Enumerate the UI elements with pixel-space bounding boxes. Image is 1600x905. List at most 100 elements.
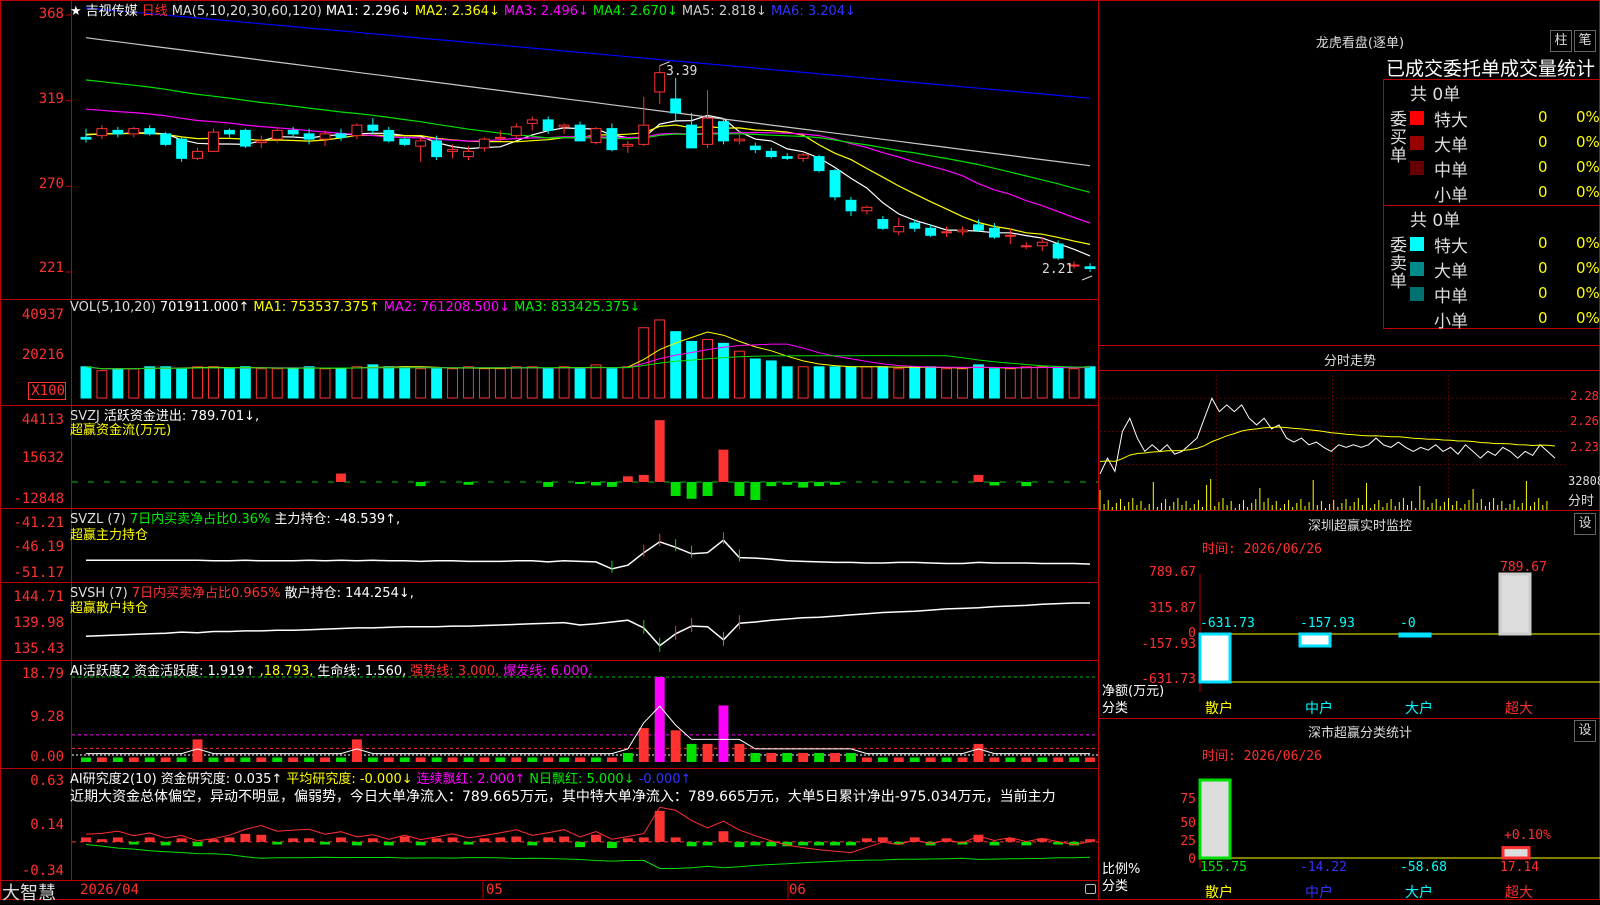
candle-body [606,128,618,151]
ai2-bar [399,836,410,842]
candle-body [223,129,235,135]
flow-bar [1021,481,1032,487]
flow-bar [766,481,777,487]
low-annotation: 2.21 [1042,262,1074,277]
y-tick-svzj-1: 15632 [21,450,64,466]
ma-line-2 [85,124,1091,245]
candle-body [1084,266,1096,270]
ai2-red-line [85,806,1091,854]
ai1-bar [288,757,299,762]
order-pct-buy-0: 0% [1576,108,1600,126]
volume-bar [1004,368,1016,399]
candle-44 [781,153,793,161]
monitor-bar-3 [1498,572,1532,636]
volume-bar [733,350,745,399]
bar-mode-button[interactable]: 柱 [1550,30,1572,52]
candle-body [909,222,921,229]
flow-bar [670,481,681,497]
ai2-c: 连续飘红: 2.000↑ [416,772,526,787]
intraday-label: 分时 [1568,494,1595,509]
volume-bar [542,368,554,399]
volume-bar [574,368,586,399]
period-label[interactable]: 日线 [142,4,168,19]
ai2-bar [638,837,649,842]
flow-bar [591,481,601,486]
flow-bar [734,481,745,497]
ai1-highlight-bar [973,743,984,762]
candle-body [494,136,506,139]
candle-body [415,140,427,147]
candle-58 [1004,228,1016,245]
ai1-bar [383,757,394,762]
stats-value-3: 17.14 [1500,860,1540,875]
ai1-bar [925,757,936,762]
candle-body [877,219,889,229]
volume-bar [223,368,235,399]
volume-bar [160,366,172,399]
candle-body [96,128,108,137]
ai2-bar [814,841,825,846]
ai1-bar [1085,757,1095,762]
ai1-bar [367,757,378,762]
volume-bar [925,366,937,399]
candle-body [638,124,650,145]
lock-icon[interactable] [1085,884,1096,894]
monitor-bar-2 [1398,632,1432,638]
favorite-star-icon[interactable]: ★ [70,4,82,19]
ai2-bar [798,841,809,846]
ai1-bar [941,757,952,762]
candle-45 [797,153,809,162]
candle-body [239,129,251,147]
x-label-april: 2026/04 [80,882,140,898]
ai1-bar [463,757,474,762]
candle-body [654,72,666,93]
svzl-line [85,539,1091,570]
svsh-extra: 散户持仓: 144.254↓, [284,586,414,601]
flow-bar [606,481,617,487]
monitor-bar-0 [1198,632,1232,684]
ai2-a: 资金研究度: 0.035↑ [160,772,283,787]
order-name-sell-3: 小单 [1434,312,1468,332]
intraday-title: 分时走势 [1323,354,1376,369]
ai2-bar [527,841,538,846]
ai1-c: 生命线: 1.560, [317,664,407,679]
candle-50 [877,216,889,231]
high-annotation: 3.39 [666,64,698,79]
candle-10 [239,128,251,148]
ai1-bar [702,743,713,762]
y-tick-vol-1: 20216 [21,347,64,363]
order-name-buy-0: 特大 [1434,111,1468,131]
stock-name: 吉视传媒 [85,4,138,19]
ai1-bar [814,752,825,762]
sell-orders-label: 委卖单 [1386,236,1406,290]
intraday-price-3: 2.235 [1570,440,1600,454]
candle-body [319,133,331,140]
monitor-title: 深圳超赢实时监控 [1307,519,1412,534]
monitor-settings-button[interactable]: 设 [1574,513,1596,535]
lhkp-heading: 已成交委托单成交量统计 [1386,58,1596,80]
order-val-sell-0: 0 [1538,234,1548,252]
ai1-bar [1069,757,1080,762]
ai1-b: ,18.793, [259,664,314,679]
svsh-sub: 超赢散户持仓 [70,601,149,616]
ai1-bar [1037,757,1048,762]
vol-ma-line-2 [85,343,1091,370]
monitor-time: 时间: 2026/06/26 [1202,542,1322,557]
ai1-bar [511,757,522,762]
volume-bar [287,368,299,399]
vol-ma3: MA3: 833425.375↓ [514,300,641,315]
stats-settings-button[interactable]: 设 [1574,720,1596,742]
ai2-bar [367,838,378,842]
ai1-bar [81,757,91,762]
stats-cat-1: 中户 [1305,885,1333,901]
ai2-bar [192,841,203,847]
candle-0 [80,128,92,143]
candle-36 [654,65,666,105]
ai1-bar [861,757,872,762]
ai2-text: 近期大资金总体偏空，异动不明显，偏弱势，今日大单净流入：789.665万元，其中… [70,789,1056,805]
candle-34 [622,140,634,154]
tick-mode-button[interactable]: 笔 [1574,30,1596,52]
candle-body [1020,245,1032,248]
flow-bar [750,481,761,500]
ai1-bar [909,757,920,762]
